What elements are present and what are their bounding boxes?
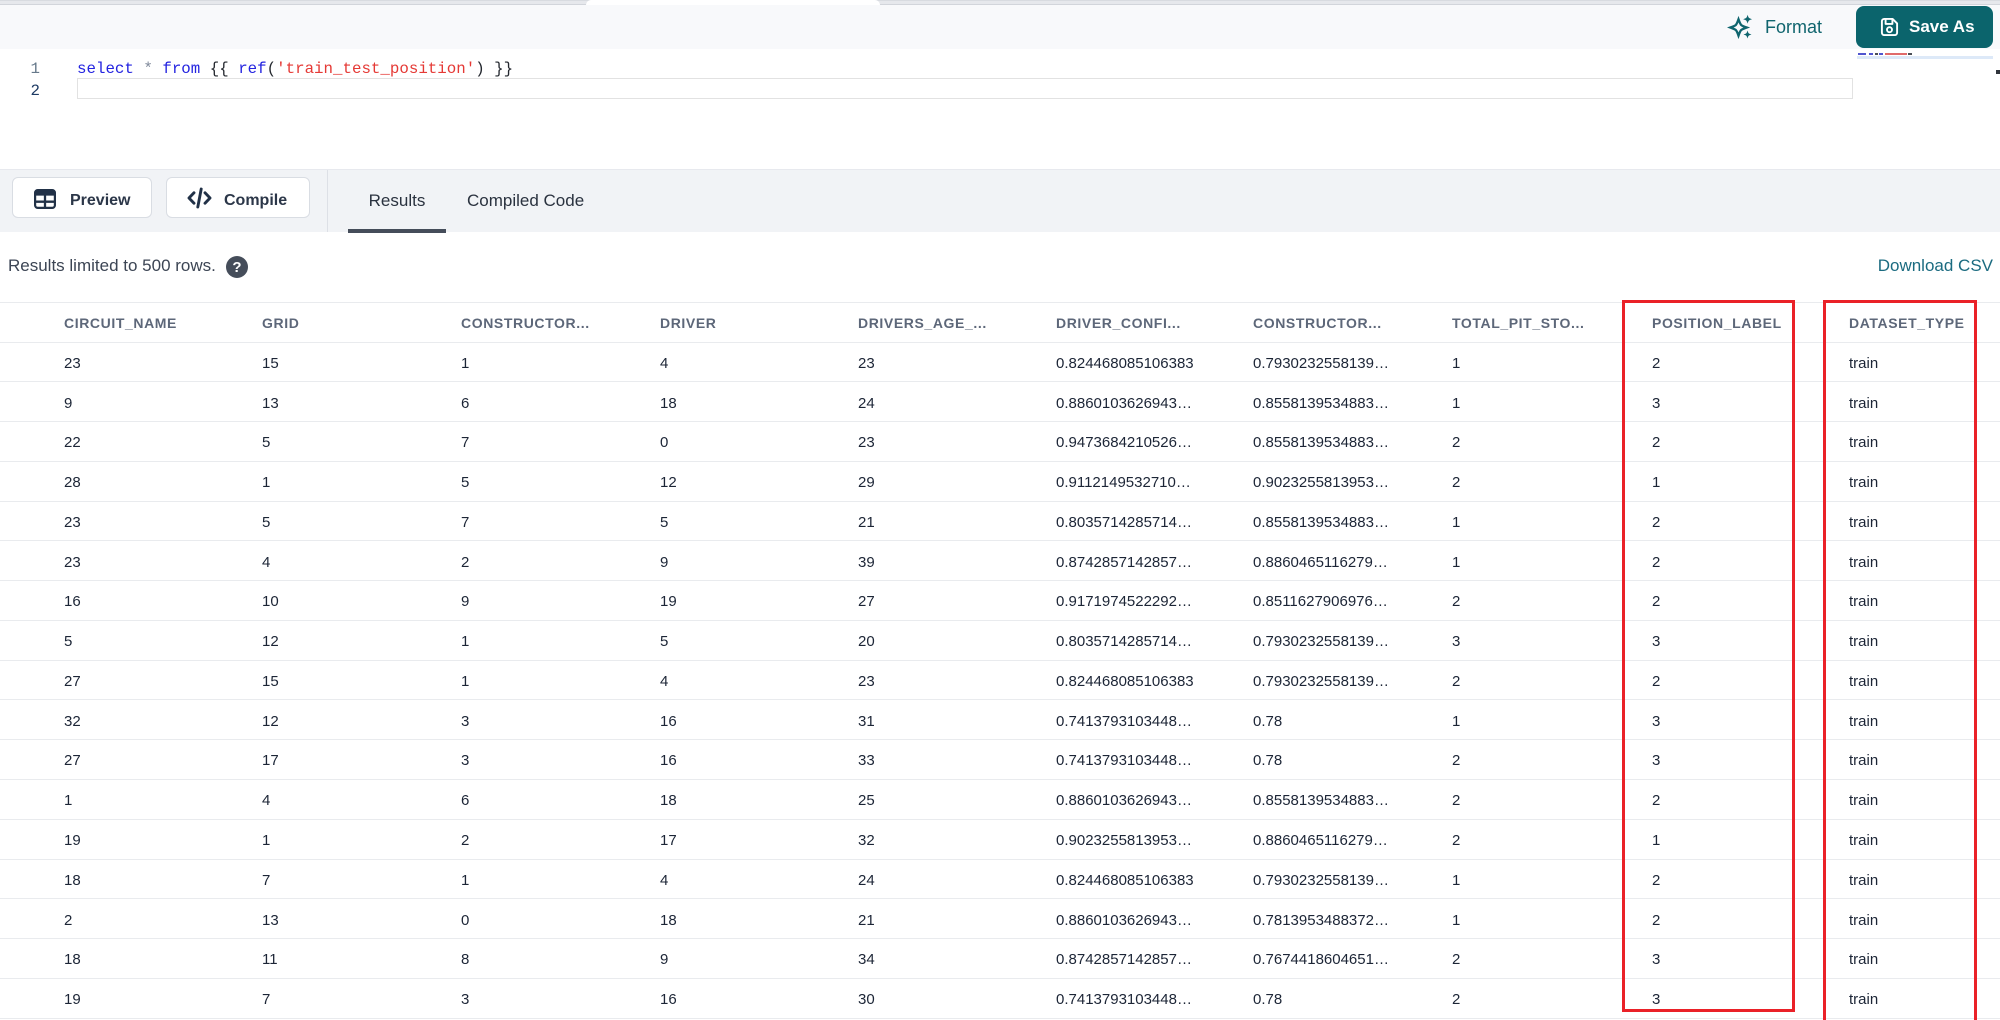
svg-text:?: ? <box>232 259 241 276</box>
